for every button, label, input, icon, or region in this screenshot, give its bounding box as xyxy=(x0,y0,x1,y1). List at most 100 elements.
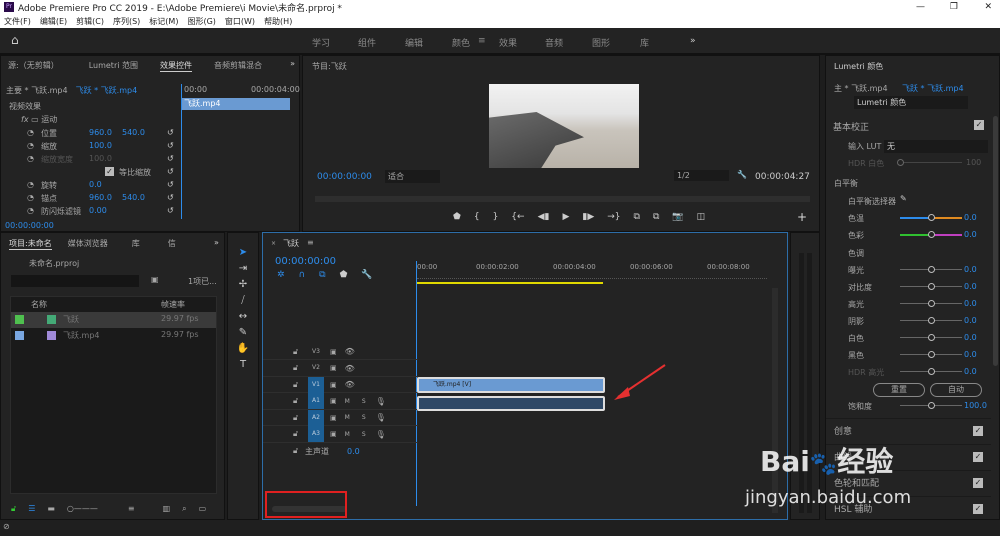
stopwatch-icon[interactable]: ◔ xyxy=(27,206,34,215)
solo-button[interactable]: S xyxy=(362,398,366,405)
tab-libraries[interactable]: 库 xyxy=(132,238,140,250)
resolution-dropdown[interactable]: 1/2 xyxy=(674,170,729,181)
sequence-tab[interactable]: 飞跃 xyxy=(283,238,299,249)
stopwatch-icon[interactable]: ◔ xyxy=(27,154,34,163)
section-checkbox[interactable]: ✓ xyxy=(973,451,983,462)
tab-effect-controls[interactable]: 效果控件 xyxy=(160,60,192,72)
tone-heading[interactable]: 色调 xyxy=(848,248,864,259)
slider-track[interactable] xyxy=(900,266,962,273)
slider-knob[interactable] xyxy=(928,214,935,221)
extract-icon[interactable]: ⧉ xyxy=(653,212,659,222)
property-4[interactable]: 旋转 xyxy=(41,180,57,191)
property-5[interactable]: 锚点 xyxy=(41,193,57,204)
slider-value[interactable]: 0.0 xyxy=(964,350,977,359)
workspace-audio[interactable]: 音频 xyxy=(545,36,563,49)
track-target[interactable]: V2 xyxy=(308,360,324,376)
white-balance-picker[interactable]: 白平衡选择器 xyxy=(848,196,896,207)
reset-icon[interactable]: ↺ xyxy=(167,180,174,189)
track-target[interactable]: A1 xyxy=(308,393,324,409)
maximize-button[interactable]: ❐ xyxy=(950,2,958,12)
menu-file[interactable]: 文件(F) xyxy=(4,16,31,27)
project-item[interactable]: 飞跃 29.97 fps xyxy=(11,312,216,328)
property-1[interactable]: 缩放 xyxy=(41,141,57,152)
selection-tool-icon[interactable]: ➤ xyxy=(239,247,247,258)
slider-value[interactable]: 0.0 xyxy=(964,333,977,342)
saturation-value[interactable]: 100.0 xyxy=(964,401,987,410)
slider-value[interactable]: 0.0 xyxy=(964,367,977,376)
property-value-1[interactable]: 960.0 xyxy=(89,128,112,137)
nest-icon[interactable]: ✲ xyxy=(277,270,285,280)
reset-icon[interactable]: ↺ xyxy=(167,141,174,150)
link-icon[interactable]: ⊘ xyxy=(3,522,10,531)
sync-lock-icon[interactable]: ▣ xyxy=(330,430,337,438)
list-view-icon[interactable]: ☰ xyxy=(28,504,35,514)
voiceover-mic-icon[interactable]: 🎙︎ xyxy=(376,413,386,422)
new-bin-icon[interactable]: ▭ xyxy=(199,504,207,514)
toggle-output-eye-icon[interactable]: 👁︎ xyxy=(345,380,355,389)
workspace-color[interactable]: 颜色 xyxy=(452,36,470,49)
basic-correction-checkbox[interactable]: ✓ xyxy=(974,120,984,130)
track-lock-icon[interactable]: 🔓︎ xyxy=(293,413,305,423)
slider-track[interactable] xyxy=(900,368,962,375)
slider-track[interactable] xyxy=(900,283,962,290)
column-name[interactable]: 名称 xyxy=(31,299,47,310)
label-color-swatch[interactable] xyxy=(15,331,24,340)
slider-knob[interactable] xyxy=(928,317,935,324)
menu-clip[interactable]: 剪辑(C) xyxy=(76,16,104,27)
fit-dropdown[interactable]: 适合 xyxy=(385,170,440,183)
property-value-1[interactable]: 0.00 xyxy=(89,206,107,215)
tab-lumetri-scopes[interactable]: Lumetri 范围 xyxy=(89,60,138,72)
voiceover-mic-icon[interactable]: 🎙︎ xyxy=(376,397,386,406)
reset-icon[interactable]: ↺ xyxy=(167,193,174,202)
track-lock-icon[interactable]: 🔓︎ xyxy=(293,380,305,390)
slider-track[interactable] xyxy=(900,300,962,307)
property-value-1[interactable]: 100.0 xyxy=(89,154,112,163)
slider-value[interactable]: 0.0 xyxy=(964,282,977,291)
export-frame-icon[interactable]: 📷 xyxy=(672,212,683,222)
property-value-1[interactable]: 0.0 xyxy=(89,180,102,189)
type-tool-icon[interactable]: T xyxy=(240,359,246,370)
mute-button[interactable]: M xyxy=(345,414,350,421)
find-icon[interactable]: ⌕ xyxy=(182,504,186,514)
property-value-2[interactable]: 540.0 xyxy=(122,193,145,202)
toggle-output-eye-icon[interactable]: 👁︎ xyxy=(345,347,355,356)
track-target[interactable]: V1 xyxy=(308,376,324,393)
razor-tool-icon[interactable]: ⧸ xyxy=(241,295,244,306)
eyedropper-icon[interactable]: ✎ xyxy=(900,194,907,203)
sort-icon[interactable]: ≡ xyxy=(128,504,135,514)
play-icon[interactable]: ▶ xyxy=(562,212,569,222)
track-lock-icon[interactable]: 🔓︎ xyxy=(293,396,305,406)
workspace-graphics[interactable]: 图形 xyxy=(592,36,610,49)
hand-tool-icon[interactable]: ✋ xyxy=(237,343,249,354)
label-color-swatch[interactable] xyxy=(15,315,24,324)
workspace-editing[interactable]: 编辑 xyxy=(405,36,423,49)
slider-knob[interactable] xyxy=(928,300,935,307)
work-area-bar[interactable] xyxy=(417,282,603,284)
mark-in-icon[interactable]: { xyxy=(474,212,480,222)
input-lut-dropdown[interactable]: 无 xyxy=(884,140,988,153)
tab-project[interactable]: 项目:未命名 xyxy=(9,238,52,250)
solo-button[interactable]: S xyxy=(362,414,366,421)
effect-timecode[interactable]: 00:00:00:00 xyxy=(5,221,54,230)
automate-icon[interactable]: ▥ xyxy=(163,504,171,514)
slider-value[interactable]: 0.0 xyxy=(964,265,977,274)
mute-button[interactable]: M xyxy=(345,431,350,438)
slider-track[interactable] xyxy=(900,334,962,341)
stopwatch-icon[interactable]: ◔ xyxy=(27,128,34,137)
section-checkbox[interactable]: ✓ xyxy=(973,425,983,436)
slider-knob[interactable] xyxy=(928,231,935,238)
reset-icon[interactable]: ↺ xyxy=(167,167,174,176)
track-lock-icon[interactable]: 🔓︎ xyxy=(293,429,305,439)
audio-clip[interactable] xyxy=(417,396,605,411)
slider-track[interactable] xyxy=(900,317,962,324)
project-item[interactable]: 飞跃.mp4 29.97 fps xyxy=(11,328,216,344)
tab-media-browser[interactable]: 媒体浏览器 xyxy=(68,238,108,250)
property-value-1[interactable]: 960.0 xyxy=(89,193,112,202)
tab-info[interactable]: 信 xyxy=(168,238,176,250)
lumetri-active-clip[interactable]: 飞跃 * 飞跃.mp4 xyxy=(902,83,964,94)
new-search-bin-icon[interactable]: ▣ xyxy=(151,275,159,284)
menu-sequence[interactable]: 序列(S) xyxy=(113,16,140,27)
go-to-in-icon[interactable]: {← xyxy=(511,212,524,222)
saturation-slider[interactable] xyxy=(900,402,962,409)
add-marker-icon[interactable]: ⬟ xyxy=(340,270,348,280)
